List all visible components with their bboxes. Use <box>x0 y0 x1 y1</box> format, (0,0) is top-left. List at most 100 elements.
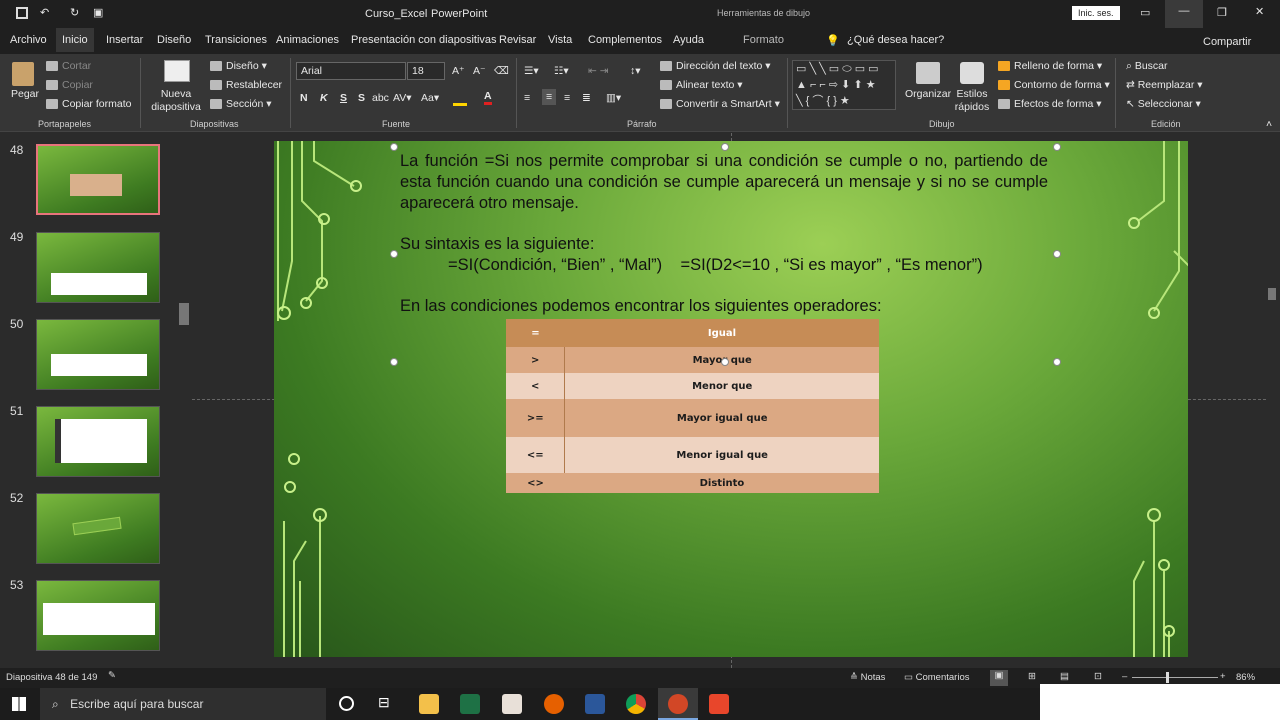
share-button[interactable]: Compartir <box>1203 36 1251 48</box>
reading-view-icon[interactable]: ▤ <box>1060 671 1069 682</box>
resize-handle[interactable] <box>1053 143 1061 151</box>
redo-icon[interactable]: ↻ <box>70 6 79 19</box>
slide-thumbnail[interactable] <box>36 580 160 651</box>
shape-outline-button[interactable]: Contorno de forma ▾ <box>998 79 1110 91</box>
font-color-icon[interactable]: A <box>484 90 492 105</box>
presenter-icon[interactable]: ▣ <box>93 6 103 19</box>
windows-start-icon[interactable] <box>12 697 26 711</box>
paste-icon[interactable] <box>12 62 34 86</box>
signin-button[interactable]: Inic. ses. <box>1072 6 1120 20</box>
undo-icon[interactable]: ↶ <box>40 6 49 19</box>
new-slide-button[interactable]: Nueva diapositiva <box>148 88 204 114</box>
shadow-icon[interactable]: S <box>358 92 365 104</box>
italic-icon[interactable]: K <box>320 92 328 104</box>
slide-thumbnail[interactable] <box>36 493 160 564</box>
shrink-font-icon[interactable]: A⁻ <box>473 65 486 77</box>
sorter-view-icon[interactable]: ⊞ <box>1028 671 1036 682</box>
resize-handle[interactable] <box>1053 358 1061 366</box>
tab-presentacion[interactable]: Presentación con diapositivas <box>351 34 497 46</box>
new-slide-icon[interactable] <box>164 60 190 82</box>
justify-icon[interactable]: ≣ <box>582 92 591 104</box>
highlight-icon[interactable] <box>453 94 467 106</box>
thumbnail-scrollbar[interactable] <box>179 133 191 668</box>
tab-insertar[interactable]: Insertar <box>106 34 143 46</box>
normal-view-icon[interactable]: ▣ <box>990 670 1008 686</box>
resize-handle[interactable] <box>721 358 729 366</box>
tab-diseno[interactable]: Diseño <box>157 34 191 46</box>
accessibility-icon[interactable]: ✎ <box>108 670 116 681</box>
arrange-icon[interactable] <box>916 62 940 84</box>
shape-effects-button[interactable]: Efectos de forma ▾ <box>998 98 1102 110</box>
slide[interactable]: La función =Si nos permite comprobar si … <box>274 141 1188 657</box>
bold-icon[interactable]: N <box>300 92 308 104</box>
collapse-ribbon-icon[interactable]: ˄ <box>1266 118 1272 130</box>
spacing-icon[interactable]: AV▾ <box>393 92 412 104</box>
strike-icon[interactable]: abc <box>372 92 389 104</box>
tab-ayuda[interactable]: Ayuda <box>673 34 704 46</box>
tab-complementos[interactable]: Complementos <box>588 34 662 46</box>
ribbon-display-icon[interactable]: ▭ <box>1140 6 1150 19</box>
zoom-thumb[interactable] <box>1166 672 1169 683</box>
smartart-button[interactable]: Convertir a SmartArt ▾ <box>660 98 780 110</box>
minimize-icon[interactable]: — <box>1165 0 1203 28</box>
zoom-level[interactable]: 86% <box>1236 672 1255 683</box>
firefox-icon[interactable] <box>544 694 564 714</box>
paste-button[interactable]: Pegar <box>11 88 39 100</box>
grow-font-icon[interactable]: A⁺ <box>452 65 465 77</box>
resize-handle[interactable] <box>390 250 398 258</box>
align-left-icon[interactable]: ≡ <box>524 92 530 104</box>
tab-archivo[interactable]: Archivo <box>10 34 47 46</box>
quick-styles-icon[interactable] <box>960 62 984 84</box>
align-text-button[interactable]: Alinear texto ▾ <box>660 79 743 91</box>
clear-format-icon[interactable]: ⌫ <box>494 65 509 77</box>
app-icon[interactable] <box>502 694 522 714</box>
restore-icon[interactable]: ❐ <box>1217 6 1227 19</box>
tab-transiciones[interactable]: Transiciones <box>205 34 267 46</box>
bullets-icon[interactable]: ☰▾ <box>524 65 539 77</box>
word-icon[interactable] <box>585 694 605 714</box>
align-right-icon[interactable]: ≡ <box>564 92 570 104</box>
indent-icon[interactable]: ⇤ ⇥ <box>588 65 609 77</box>
resize-handle[interactable] <box>390 358 398 366</box>
shapes-gallery[interactable]: ▭ ╲ ╲ ▭ ⬭ ▭ ▭ ▲ ⌐ ⌐ ⇨ ⬇ ⬆ ★ ╲ { ⌒ { } ★ <box>792 60 896 110</box>
tell-me-search[interactable]: ¿Qué desea hacer? <box>847 34 944 46</box>
resize-handle[interactable] <box>721 143 729 151</box>
underline-icon[interactable]: S <box>340 92 347 104</box>
slide-thumbnail[interactable] <box>36 406 160 477</box>
quick-styles-button[interactable]: Estilos rápidos <box>952 88 992 114</box>
case-icon[interactable]: Aa▾ <box>421 92 439 104</box>
cut-button[interactable]: Cortar <box>46 60 91 72</box>
chrome-icon[interactable] <box>626 694 646 714</box>
section-button[interactable]: Sección ▾ <box>210 98 272 110</box>
layout-button[interactable]: Diseño ▾ <box>210 60 267 72</box>
cortana-icon[interactable] <box>339 696 354 711</box>
slideshow-icon[interactable]: ⊡ <box>1094 671 1102 682</box>
format-painter-button[interactable]: Copiar formato <box>46 98 131 110</box>
text-direction-button[interactable]: Dirección del texto ▾ <box>660 60 771 72</box>
shape-fill-button[interactable]: Relleno de forma ▾ <box>998 60 1102 72</box>
canvas-scrollbar[interactable] <box>1268 288 1276 300</box>
slide-thumbnail[interactable] <box>36 144 160 215</box>
tab-inicio[interactable]: Inicio <box>56 28 94 52</box>
line-spacing-icon[interactable]: ↕▾ <box>630 65 641 77</box>
notes-button[interactable]: ≙ Notas <box>850 672 885 683</box>
recorder-icon[interactable] <box>709 694 729 714</box>
resize-handle[interactable] <box>390 143 398 151</box>
powerpoint-icon[interactable] <box>668 694 688 714</box>
file-explorer-icon[interactable] <box>419 694 439 714</box>
save-icon[interactable] <box>16 7 28 19</box>
zoom-in-icon[interactable]: + <box>1220 671 1226 682</box>
resize-handle[interactable] <box>1053 250 1061 258</box>
font-size-select[interactable]: 18 <box>407 62 445 80</box>
reset-button[interactable]: Restablecer <box>210 79 282 91</box>
tab-vista[interactable]: Vista <box>548 34 572 46</box>
arrange-button[interactable]: Organizar <box>905 88 951 100</box>
columns-icon[interactable]: ▥▾ <box>606 92 621 104</box>
close-icon[interactable]: ✕ <box>1255 5 1264 18</box>
comments-button[interactable]: ▭ Comentarios <box>904 672 969 683</box>
replace-button[interactable]: ⇄ Reemplazar ▾ <box>1126 79 1203 91</box>
copy-button[interactable]: Copiar <box>46 79 93 91</box>
slide-thumbnail[interactable] <box>36 232 160 303</box>
zoom-out-icon[interactable]: – <box>1122 671 1127 682</box>
task-view-icon[interactable]: ⊟ <box>378 694 390 711</box>
